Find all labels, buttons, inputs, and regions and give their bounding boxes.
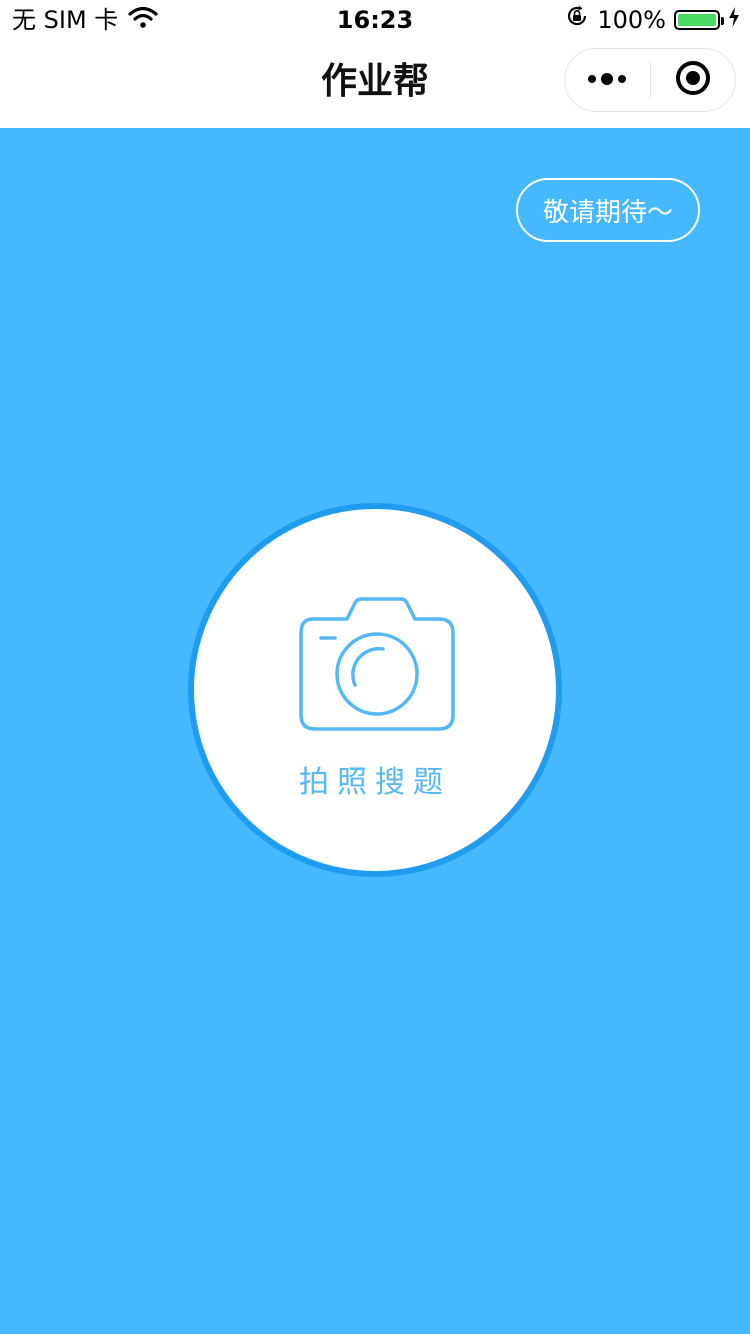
more-menu-button[interactable] — [565, 49, 650, 111]
photo-search-label: 拍照搜题 — [299, 765, 451, 800]
battery-percent: 100% — [597, 6, 666, 34]
status-right: 100% — [565, 0, 740, 40]
battery-fill — [678, 14, 716, 26]
camera-icon — [297, 597, 457, 737]
photo-search-button[interactable]: 拍照搜题 — [188, 503, 562, 877]
battery-icon — [674, 10, 724, 30]
target-circle-icon — [675, 60, 711, 100]
charging-icon — [728, 0, 740, 40]
status-bar: 无 SIM 卡 16:23 100% — [0, 0, 750, 40]
coming-soon-button[interactable]: 敬请期待～ — [516, 178, 700, 242]
orientation-lock-icon — [565, 0, 589, 40]
main-content: 敬请期待～ 拍照搜题 — [0, 128, 750, 1334]
app-screen: 无 SIM 卡 16:23 100% 作业帮 敬请期待～ 拍照搜题 — [0, 0, 750, 1334]
nav-bar: 作业帮 — [0, 40, 750, 128]
close-program-button[interactable] — [651, 49, 736, 111]
mini-program-capsule — [564, 48, 736, 112]
more-dots-icon — [587, 71, 627, 90]
battery-nub — [721, 17, 724, 25]
